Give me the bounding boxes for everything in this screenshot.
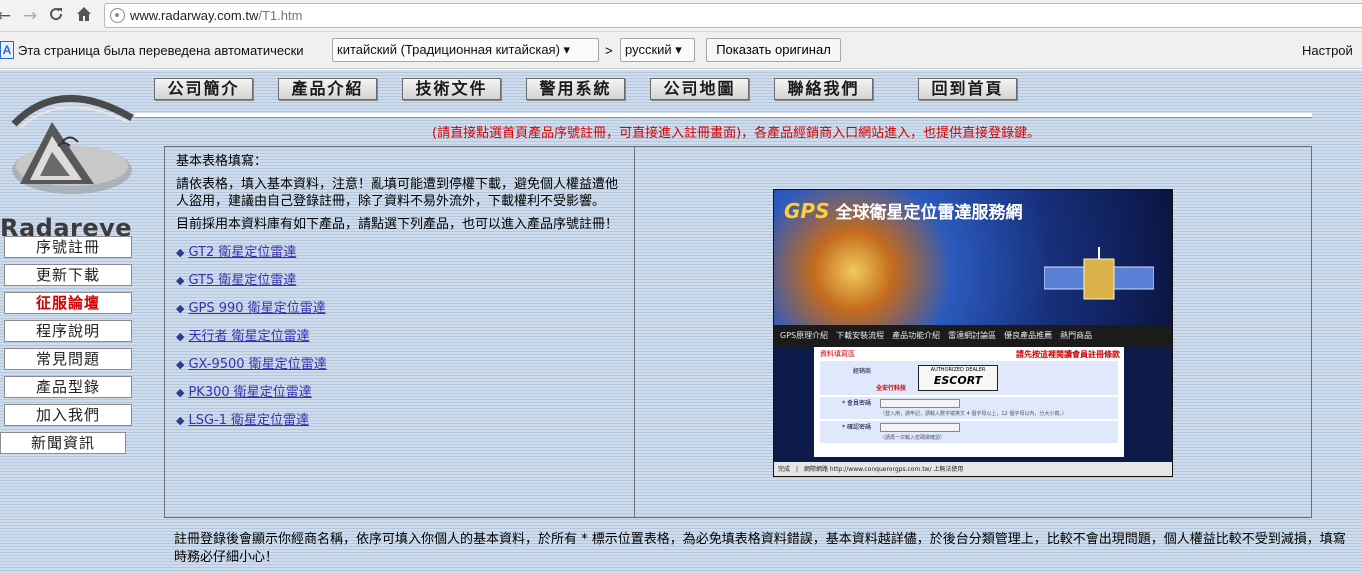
diamond-bullet-icon: ◆ [176,414,185,427]
instructions-paragraph: 請依表格，填入基本資料，注意！亂填可能遭到停權下載，避免個人權益遭他人盜用，建議… [176,177,619,209]
product-link-gps990[interactable]: GPS 990 衛星定位雷達 [188,301,325,316]
translate-bar: A Эта страница была переведена автоматич… [0,32,1362,69]
list-item: ◆ PK300 衛星定位雷達 [176,379,624,407]
gps-password-label: * 會員密碼 [842,400,871,407]
target-language-select[interactable]: русский ▾ [620,38,695,62]
url-text: www.radarway.com.tw/T1.htm [130,8,302,23]
list-item: ◆ GX-9500 衛星定位雷達 [176,351,624,379]
escort-small-text: AUTHORIZED DEALER [930,367,986,373]
page-info-icon[interactable] [110,8,125,23]
footer-note: 註冊登錄後會顯示你經商名稱，依序可填入你個人的基本資料，於所有 * 標示位置表格… [174,532,1346,565]
gps-password-row: * 會員密碼 （登入用，請牢記，請輸入數字或英文 4 個字母以上，12 個字母以… [820,397,1118,419]
show-original-button[interactable]: Показать оригинал [706,38,841,62]
diamond-bullet-icon: ◆ [176,330,185,343]
url-host: www.radarway.com.tw [130,8,259,23]
product-list: ◆ GT2 衛星定位雷達 ◆ GT5 衛星定位雷達 ◆ GPS 990 衛星定位雷達 … [176,239,624,435]
radar-logo-icon [11,95,134,194]
translate-separator: > [605,43,613,58]
sidebar-join-us[interactable]: 加入我們 [4,404,132,426]
product-link-gt2[interactable]: GT2 衛星定位雷達 [188,245,296,260]
sidebar-program-guide[interactable]: 程序說明 [4,320,132,342]
section-heading: 基本表格填寫： [176,154,268,169]
product-link-gt5[interactable]: GT5 衛星定位雷達 [188,273,296,288]
nav-company-map[interactable]: 公司地圖 [650,78,749,100]
translate-settings-link[interactable]: Настрой [1302,43,1353,58]
home-icon[interactable] [74,6,94,27]
diamond-bullet-icon: ◆ [176,246,185,259]
product-link-pk300[interactable]: PK300 衛星定位雷達 [188,385,311,400]
diamond-bullet-icon: ◆ [176,358,185,371]
gps-confirm-label: * 確認密碼 [842,424,871,431]
content-box: 基本表格填寫： 請依表格，填入基本資料，注意！亂填可能遭到停權下載，避免個人權益… [164,146,1312,518]
translate-icon: A [0,41,14,59]
reload-icon[interactable] [46,6,66,27]
gps-password-field [880,399,960,408]
gps-password-hint: （登入用，請牢記，請輸入數字或英文 4 個字母以上，12 個字母以內，分大小寫。… [880,411,1067,417]
product-link-skywalker[interactable]: 天行者 衛星定位雷達 [188,329,309,344]
nav-products[interactable]: 產品介紹 [278,78,377,100]
list-item: ◆ LSG-1 衛星定位雷達 [176,407,624,435]
gps-form-title: 資料填寫區 [820,350,855,358]
list-item: ◆ GT5 衛星定位雷達 [176,267,624,295]
gps-dealer-row: 經銷商 全安行科技 AUTHORIZED DEALER ESCORT [820,361,1118,395]
gps-status-bar: 完成 | 網際網路 http://www.conquerorgps.com.tw… [774,462,1172,476]
gps-title-text: 全球衛星定位雷達服務網 [835,203,1023,223]
gps-tabs: GPS原理介紹 下載安裝流程 產品功能介紹 雷達網討論區 優良產品推薦 熱門商品 [774,325,1172,347]
nav-home[interactable]: 回到首頁 [918,78,1017,100]
nav-police-systems[interactable]: 警用系統 [526,78,625,100]
escort-big-text: ESCORT [933,374,983,387]
sidebar-update-download[interactable]: 更新下載 [4,264,132,286]
translate-message: Эта страница была переведена автоматичес… [18,43,304,58]
gps-form-note: 請先按這裡閱讀會員註冊條款 [1016,350,1120,359]
sidebar-forum[interactable]: 征服論壇 [4,292,132,314]
registration-notice: (請直接點選首頁產品序號註冊，可直接進入註冊畫面)，各產品經銷商入口網站進入，也… [432,126,1041,141]
gps-form-preview: 資料填寫區 請先按這裡閱讀會員註冊條款 經銷商 全安行科技 AUTHORIZED… [814,347,1124,457]
page-content: 公司簡介 產品介紹 技術文件 警用系統 公司地圖 聯絡我們 回到首頁 Radar… [0,70,1362,573]
radareye-logo[interactable]: Radareye [0,84,134,242]
product-link-lsg1[interactable]: LSG-1 衛星定位雷達 [188,413,309,428]
diamond-bullet-icon: ◆ [176,274,185,287]
url-path: /T1.htm [258,8,303,23]
gps-banner-title: GPS 全球衛星定位雷達服務網 [784,198,1022,223]
nav-contact-us[interactable]: 聯絡我們 [774,78,873,100]
gps-service-screenshot: GPS 全球衛星定位雷達服務網 GPS原理介紹 下載安裝流程 產品功能介紹 雷達網… [773,189,1173,477]
nav-company-intro[interactable]: 公司簡介 [154,78,253,100]
sidebar-news[interactable]: 新聞資訊 [0,432,126,454]
back-arrow-icon[interactable]: ← [0,6,14,26]
diamond-bullet-icon: ◆ [176,386,185,399]
satellite-icon [1044,247,1154,300]
sidebar-faq[interactable]: 常見問題 [4,348,132,370]
gps-banner: GPS 全球衛星定位雷達服務網 [774,190,1172,325]
gps-dealer-name: 全安行科技 [876,385,907,392]
list-item: ◆ GT2 衛星定位雷達 [176,239,624,267]
list-item: ◆ 天行者 衛星定位雷達 [176,323,624,351]
list-item: ◆ GPS 990 衛星定位雷達 [176,295,624,323]
sidebar-product-catalog[interactable]: 產品型錄 [4,376,132,398]
diamond-bullet-icon: ◆ [176,302,185,315]
gps-confirm-row: * 確認密碼 （請再一次輸入密碼做確認） [820,421,1118,443]
gps-confirm-field [880,423,960,432]
gps-brand: GPS [784,199,830,223]
gps-dealer-label: 經銷商 [852,368,871,375]
products-intro-paragraph: 目前採用本資料庫有如下產品，請點選下列產品，也可以進入產品序號註冊！ [176,217,619,232]
source-language-select[interactable]: китайский (Традиционная китайская) ▾ [332,38,599,62]
nav-tech-docs[interactable]: 技術文件 [402,78,501,100]
gps-confirm-hint: （請再一次輸入密碼做確認） [880,435,946,441]
address-bar[interactable]: www.radarway.com.tw/T1.htm [104,3,1362,28]
sidebar-serial-registration[interactable]: 序號註冊 [4,236,132,258]
registration-info: 基本表格填寫： 請依表格，填入基本資料，注意！亂填可能遭到停權下載，避免個人權益… [165,147,635,517]
forward-arrow-icon[interactable]: → [20,6,40,26]
product-link-gx9500[interactable]: GX-9500 衛星定位雷達 [188,357,326,372]
nav-divider [134,113,1312,118]
escort-dealer-logo: AUTHORIZED DEALER ESCORT [918,365,998,391]
browser-toolbar: ← → www.radarway.com.tw/T1.htm [0,0,1362,32]
